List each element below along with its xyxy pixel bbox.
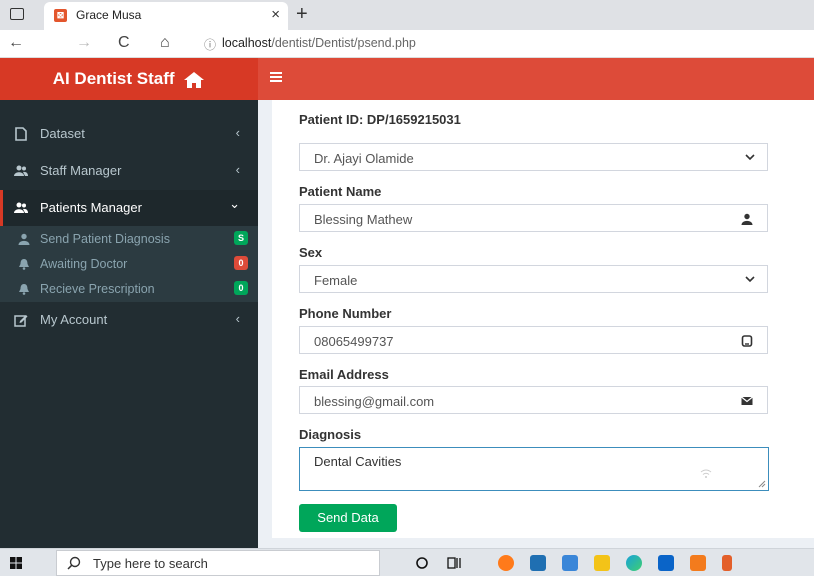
forward-icon[interactable]: → bbox=[76, 34, 92, 52]
windows-taskbar: Type here to search bbox=[0, 548, 814, 576]
resize-handle-icon[interactable] bbox=[758, 480, 766, 488]
top-navbar bbox=[258, 58, 814, 100]
user-icon bbox=[18, 233, 30, 245]
tab-title: Grace Musa bbox=[76, 8, 142, 22]
search-icon bbox=[67, 556, 81, 570]
xampp-icon[interactable] bbox=[690, 555, 706, 571]
url-host: localhost bbox=[222, 36, 272, 50]
mail-icon[interactable] bbox=[658, 555, 674, 571]
doctor-select-value: Dr. Ajayi Olamide bbox=[314, 151, 414, 166]
sidebar-item-my-account[interactable]: My Account ‹ bbox=[0, 302, 258, 338]
xampp-icon: ⊠ bbox=[54, 9, 67, 22]
back-icon[interactable]: ← bbox=[8, 34, 24, 52]
edit-icon bbox=[14, 315, 28, 327]
sidebar-item-label: My Account bbox=[40, 312, 108, 327]
patient-name-label: Patient Name bbox=[299, 184, 382, 199]
task-view-icon[interactable] bbox=[446, 555, 462, 571]
file-icon bbox=[15, 127, 27, 141]
reload-icon[interactable]: C bbox=[118, 34, 130, 52]
browser-tab-strip: ⊠ Grace Musa × + bbox=[0, 0, 814, 30]
url-field[interactable]: localhost/dentist/Dentist/psend.php bbox=[222, 36, 416, 50]
chevron-left-icon: ‹ bbox=[235, 162, 240, 177]
diagnosis-textarea[interactable]: Dental Cavities bbox=[299, 447, 769, 491]
sex-label: Sex bbox=[299, 245, 323, 260]
send-data-button[interactable]: Send Data bbox=[299, 504, 397, 532]
firefox-icon[interactable] bbox=[498, 555, 514, 571]
chevron-left-icon: ‹ bbox=[235, 311, 240, 326]
home-icon bbox=[184, 71, 205, 88]
users-icon bbox=[14, 202, 28, 213]
sidebar-subitem-label: Send Patient Diagnosis bbox=[40, 232, 170, 246]
sidebar-subitem-label: Awaiting Doctor bbox=[40, 257, 128, 271]
bell-icon bbox=[19, 259, 29, 270]
menu-toggle-icon[interactable] bbox=[270, 72, 282, 82]
phone-label: Phone Number bbox=[299, 306, 392, 321]
home-icon[interactable]: ⌂ bbox=[160, 34, 170, 52]
url-path: /dentist/Dentist/psend.php bbox=[271, 36, 416, 50]
taskbar-search[interactable]: Type here to search bbox=[56, 550, 380, 576]
status-badge: 0 bbox=[234, 256, 248, 270]
sidebar-item-staff-manager[interactable]: Staff Manager ‹ bbox=[0, 153, 258, 189]
new-tab-button[interactable]: + bbox=[296, 3, 308, 26]
sidebar-item-patients-manager[interactable]: Patients Manager ⌄ bbox=[0, 190, 258, 226]
brand-logo[interactable]: AI Dentist Staff bbox=[0, 58, 258, 100]
chevron-down-icon bbox=[745, 154, 755, 161]
patient-name-input[interactable]: Blessing Mathew bbox=[299, 204, 768, 232]
chevron-down-icon: ⌄ bbox=[229, 196, 240, 211]
sidebar-item-label: Patients Manager bbox=[40, 200, 142, 215]
file-explorer-icon[interactable] bbox=[594, 555, 610, 571]
sex-select-value: Female bbox=[314, 273, 358, 288]
envelope-icon bbox=[741, 396, 753, 405]
tab-actions-icon[interactable] bbox=[10, 8, 24, 20]
store-icon[interactable] bbox=[530, 555, 546, 571]
patient-id: Patient ID: DP/1659215031 bbox=[299, 112, 461, 127]
user-icon bbox=[741, 213, 753, 225]
users-icon bbox=[14, 165, 28, 176]
patient-name-value: Blessing Mathew bbox=[314, 212, 413, 227]
network-app-icon[interactable] bbox=[562, 555, 578, 571]
sidebar: AI Dentist Staff Dataset ‹ Staff Manager… bbox=[0, 58, 258, 548]
diagnosis-value: Dental Cavities bbox=[314, 454, 402, 469]
email-label: Email Address bbox=[299, 367, 389, 382]
close-tab-icon[interactable]: × bbox=[271, 6, 280, 23]
sidebar-item-label: Staff Manager bbox=[40, 163, 122, 178]
app-icon[interactable] bbox=[722, 555, 732, 571]
email-value: blessing@gmail.com bbox=[314, 394, 435, 409]
sidebar-subitem-label: Recieve Prescription bbox=[40, 282, 155, 296]
email-input[interactable]: blessing@gmail.com bbox=[299, 386, 768, 414]
sidebar-item-label: Dataset bbox=[40, 126, 85, 141]
phone-icon bbox=[741, 335, 753, 347]
doctor-select[interactable]: Dr. Ajayi Olamide bbox=[299, 143, 768, 171]
diagnosis-label: Diagnosis bbox=[299, 427, 362, 442]
phone-input[interactable]: 08065499737 bbox=[299, 326, 768, 354]
diagnosis-form: Patient ID: DP/1659215031 Dr. Ajayi Olam… bbox=[272, 100, 814, 538]
cortana-icon[interactable] bbox=[414, 555, 430, 571]
phone-value: 08065499737 bbox=[314, 334, 394, 349]
chevron-left-icon: ‹ bbox=[235, 125, 240, 140]
sidebar-subitem-recieve-prescription[interactable]: Recieve Prescription 0 bbox=[0, 276, 258, 302]
address-bar: ← → C ⌂ ⓘ localhost/dentist/Dentist/psen… bbox=[0, 30, 814, 58]
status-badge: S bbox=[234, 231, 248, 245]
windows-start-icon[interactable] bbox=[10, 557, 22, 569]
signal-icon bbox=[700, 469, 712, 478]
chevron-down-icon bbox=[745, 276, 755, 283]
search-placeholder: Type here to search bbox=[93, 556, 208, 571]
sex-select[interactable]: Female bbox=[299, 265, 768, 293]
status-badge: 0 bbox=[234, 281, 248, 295]
main-content: Patient ID: DP/1659215031 Dr. Ajayi Olam… bbox=[258, 100, 814, 548]
sidebar-subitem-send-patient-diagnosis[interactable]: Send Patient Diagnosis S bbox=[0, 226, 258, 252]
site-info-icon[interactable]: ⓘ bbox=[204, 36, 216, 53]
sidebar-item-dataset[interactable]: Dataset ‹ bbox=[0, 116, 258, 152]
browser-tab[interactable]: ⊠ Grace Musa × bbox=[44, 2, 288, 30]
brand-title: AI Dentist Staff bbox=[52, 69, 175, 88]
bell-icon bbox=[19, 284, 29, 295]
sidebar-subitem-awaiting-doctor[interactable]: Awaiting Doctor 0 bbox=[0, 251, 258, 277]
edge-icon[interactable] bbox=[626, 555, 642, 571]
